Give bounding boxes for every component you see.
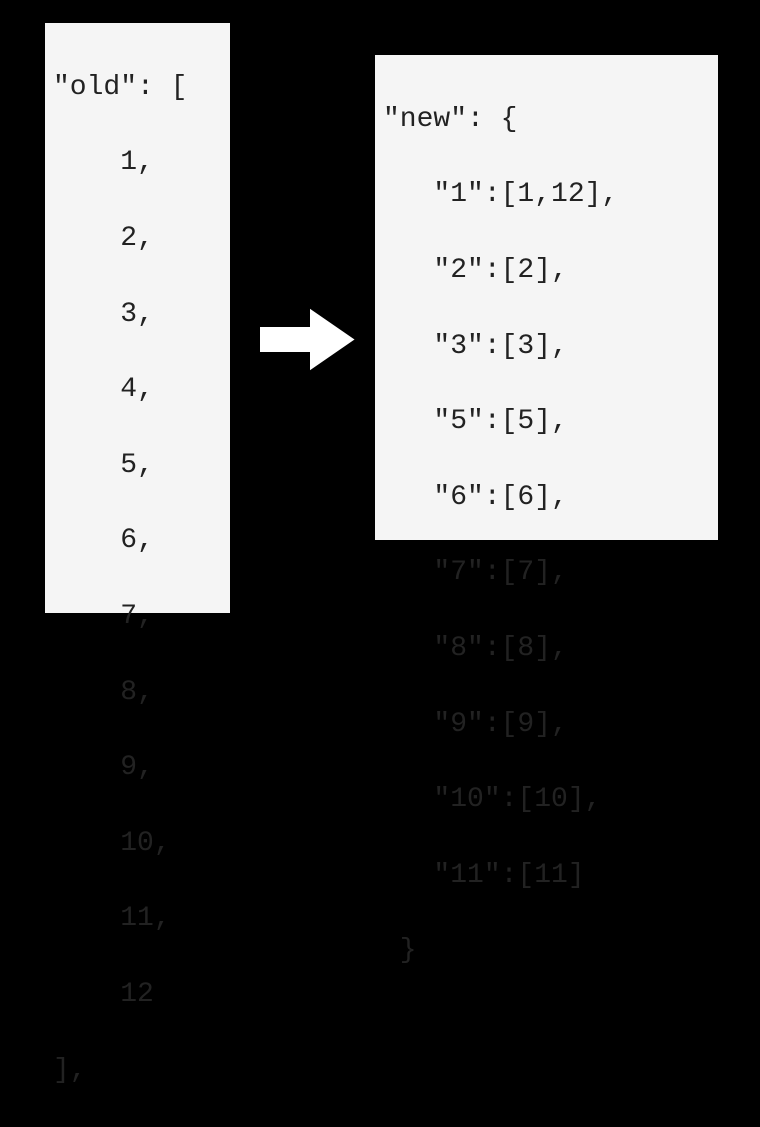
- code-line: "7":[7],: [383, 554, 718, 592]
- code-line: 9,: [53, 749, 230, 787]
- code-line: 2,: [53, 220, 230, 258]
- code-line: 10,: [53, 825, 230, 863]
- old-json-block: "old": [ 1, 2, 3, 4, 5, 6, 7, 8, 9, 10, …: [45, 23, 230, 613]
- code-line: 3,: [53, 296, 230, 334]
- code-line: "8":[8],: [383, 630, 718, 668]
- code-line: 6,: [53, 522, 230, 560]
- code-line: 4,: [53, 371, 230, 409]
- code-line: "5":[5],: [383, 403, 718, 441]
- code-line: "6":[6],: [383, 479, 718, 517]
- code-line: 8,: [53, 674, 230, 712]
- code-line: }: [383, 932, 718, 970]
- code-line: 12: [53, 976, 230, 1014]
- code-line: 5,: [53, 447, 230, 485]
- code-line: "old": [: [53, 69, 230, 107]
- code-line: "11":[11]: [383, 857, 718, 895]
- code-line: "10":[10],: [383, 781, 718, 819]
- code-line: "new": {: [383, 101, 718, 139]
- code-line: 1,: [53, 144, 230, 182]
- code-line: 7,: [53, 598, 230, 636]
- code-line: ],: [53, 1052, 230, 1090]
- arrow-right-icon: [253, 297, 365, 382]
- code-line: "9":[9],: [383, 706, 718, 744]
- code-line: "3":[3],: [383, 328, 718, 366]
- code-line: "2":[2],: [383, 252, 718, 290]
- code-line: 11,: [53, 900, 230, 938]
- code-line: "1":[1,12],: [383, 176, 718, 214]
- new-json-block: "new": { "1":[1,12], "2":[2], "3":[3], "…: [375, 55, 718, 540]
